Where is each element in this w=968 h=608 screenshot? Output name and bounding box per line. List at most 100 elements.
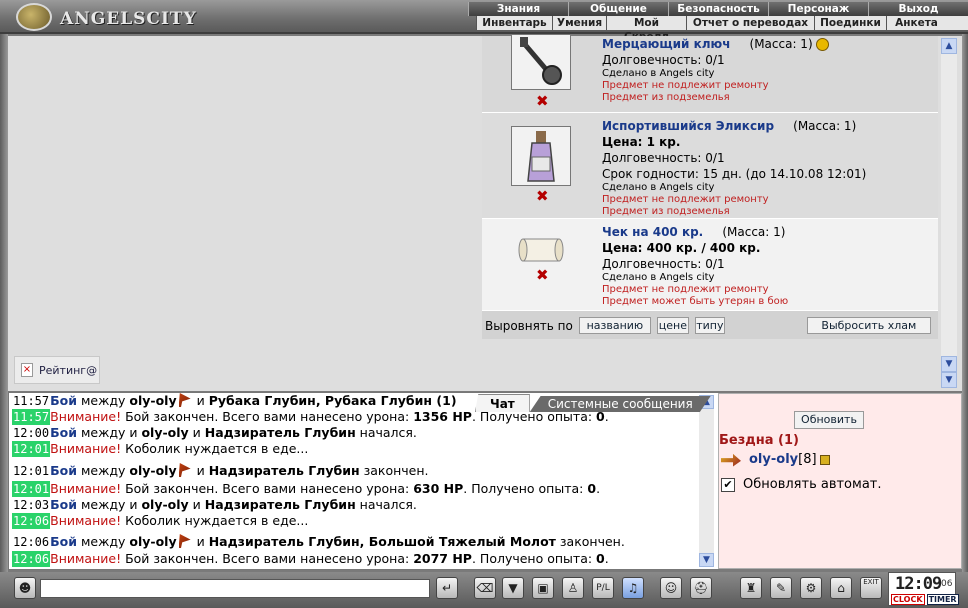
battle-flag-icon[interactable]: [178, 393, 191, 407]
message-text: закончен.: [555, 534, 625, 549]
sort-bar: Выровнять по названию цене типу Выбросит…: [482, 312, 938, 339]
scroll-down-icon[interactable]: ▼: [941, 356, 957, 372]
item-note: Предмет не подлежит ремонту: [602, 194, 769, 205]
message-text: и: [192, 393, 209, 408]
message-text: .: [596, 481, 601, 496]
message-time: 12:00: [13, 426, 50, 440]
secondary-nav: Инвентарь Умения Мой Скролл Отчет о пере…: [476, 16, 968, 43]
message-kind: Внимание!: [50, 513, 122, 528]
message-kind[interactable]: Бой: [50, 425, 77, 440]
clock-time: 12:09: [895, 574, 942, 594]
tab-system-messages[interactable]: Системные сообщения: [529, 396, 711, 412]
delete-item-icon[interactable]: ✖: [536, 187, 549, 205]
speech-head-icon[interactable]: ☻: [14, 577, 36, 599]
chat-input[interactable]: [40, 579, 430, 598]
helmet-icon[interactable]: ⛑: [690, 577, 712, 599]
exit-icon[interactable]: EXIT: [860, 577, 882, 599]
send-enter-icon[interactable]: ↵: [436, 577, 458, 599]
item-durability: Долговечность: 0/1: [602, 257, 725, 271]
message-time: 12:06: [12, 513, 51, 529]
user-entry: oly-oly[8]: [721, 452, 830, 467]
delete-item-icon[interactable]: ✖: [536, 266, 549, 284]
timer-tab[interactable]: TIMER: [926, 594, 959, 605]
smiley-icon[interactable]: ☺: [660, 577, 682, 599]
chat-message: 12:01Бой между oly-oly и Надзиратель Глу…: [12, 463, 428, 479]
broken-image-icon: ×: [21, 363, 33, 377]
battle-flag-icon[interactable]: [178, 463, 191, 477]
bag-icon[interactable]: ♜: [740, 577, 762, 599]
item-name[interactable]: Мерцающий ключ: [602, 37, 730, 51]
nav-my-scroll[interactable]: Мой Скролл: [606, 16, 686, 43]
scroll-up-icon[interactable]: ▲: [941, 38, 957, 54]
user-info-icon[interactable]: [819, 454, 830, 465]
message-time: 12:03: [13, 498, 50, 512]
nav-character[interactable]: Персонаж: [768, 2, 868, 16]
nav-skills[interactable]: Умения: [552, 16, 606, 30]
battle-flag-icon[interactable]: [178, 534, 191, 548]
nav-profile[interactable]: Анкета: [886, 16, 946, 30]
message-kind[interactable]: Бой: [50, 497, 77, 512]
gear-icon[interactable]: ⚙: [800, 577, 822, 599]
message-text: Бой закончен. Всего вами нанесено урона:: [121, 551, 414, 566]
nav-transfer-report[interactable]: Отчет о переводах: [686, 16, 814, 30]
save-disk-icon[interactable]: ▣: [532, 577, 554, 599]
primary-nav: Знания Общение Безопасность Персонаж Вых…: [468, 2, 968, 16]
nav-inventory[interactable]: Инвентарь: [476, 16, 552, 30]
delete-item-icon[interactable]: ✖: [536, 92, 549, 110]
eraser-icon[interactable]: ⌫: [474, 577, 496, 599]
message-kind[interactable]: Бой: [50, 534, 77, 549]
user-name[interactable]: oly-oly: [749, 452, 798, 467]
nav-duels[interactable]: Поединки: [814, 16, 886, 30]
nav-communication[interactable]: Общение: [568, 2, 668, 16]
chat-message: 12:06Внимание! Коболик нуждается в еде..…: [12, 513, 308, 529]
filter-icon[interactable]: ▼: [502, 577, 524, 599]
nav-knowledge[interactable]: Знания: [468, 2, 568, 16]
tab-chat[interactable]: Чат: [475, 394, 530, 412]
item-price: Цена: 400 кр. / 400 кр.: [602, 241, 761, 255]
game-window: ANGELSCITY Знания Общение Безопасность П…: [0, 0, 968, 608]
rating-badge[interactable]: × Рейтинг@: [14, 356, 100, 384]
figure-icon[interactable]: ♙: [562, 577, 584, 599]
drop-junk-button[interactable]: Выбросить хлам: [806, 317, 931, 334]
chat-log[interactable]: 11:57Бой между oly-oly и Рубака Глубин, …: [10, 393, 700, 569]
refresh-button[interactable]: Обновить: [794, 411, 864, 429]
chat-scrollbar[interactable]: ▲ ▼: [699, 395, 714, 567]
message-kind[interactable]: Бой: [50, 463, 77, 478]
clock-seconds: 06: [941, 579, 953, 589]
message-time: 11:57: [12, 409, 51, 425]
message-kind: Внимание!: [50, 441, 122, 456]
message-text: . Получено опыта:: [471, 551, 597, 566]
sort-by-price-button[interactable]: цене: [656, 317, 689, 334]
message-bold: Надзиратель Глубин, Большой Тяжелый Моло…: [208, 534, 556, 549]
clock-tab[interactable]: CLOCK: [891, 594, 925, 605]
lock-icon[interactable]: ⌂: [830, 577, 852, 599]
message-kind[interactable]: Бой: [50, 393, 77, 408]
auto-refresh-row: ✔ Обновлять автомат.: [721, 477, 882, 492]
message-bold: oly-oly: [129, 393, 177, 408]
nav-security[interactable]: Безопасность: [668, 2, 768, 16]
auto-refresh-checkbox[interactable]: ✔: [721, 477, 735, 492]
item-name[interactable]: Испортившийся Эликсир: [602, 119, 774, 133]
item-info: Мерцающий ключ (Масса: 1) Долговечность:…: [602, 36, 938, 104]
scroll-down-icon[interactable]: ▼: [941, 372, 957, 388]
item-note: Предмет из подземелья: [602, 92, 730, 103]
sort-by-type-button[interactable]: типу: [694, 317, 725, 334]
item-name[interactable]: Чек на 400 кр.: [602, 225, 703, 239]
message-bold: oly-oly: [141, 425, 189, 440]
nav-exit[interactable]: Выход: [868, 2, 968, 16]
main-scrollbar[interactable]: ▲ ▼ ▼: [941, 38, 957, 388]
key-icon[interactable]: [511, 34, 571, 90]
message-text: и: [188, 497, 205, 512]
info-coin-icon[interactable]: [816, 38, 830, 51]
scroll-map-icon[interactable]: ✎: [770, 577, 792, 599]
inventory-item: ✖ Мерцающий ключ (Масса: 1) Долговечност…: [482, 34, 938, 113]
item-info: Чек на 400 кр. (Масса: 1) Цена: 400 кр. …: [602, 224, 938, 308]
scroll-down-icon[interactable]: ▼: [699, 553, 714, 567]
pl-icon[interactable]: P/L: [592, 577, 614, 599]
frame-left: [0, 34, 8, 574]
item-made: Сделано в Angels city: [602, 182, 715, 193]
potion-icon[interactable]: [511, 126, 571, 186]
music-icon[interactable]: ♫: [622, 577, 644, 599]
sort-by-name-button[interactable]: названию: [578, 317, 651, 334]
message-text: между и: [77, 425, 142, 440]
